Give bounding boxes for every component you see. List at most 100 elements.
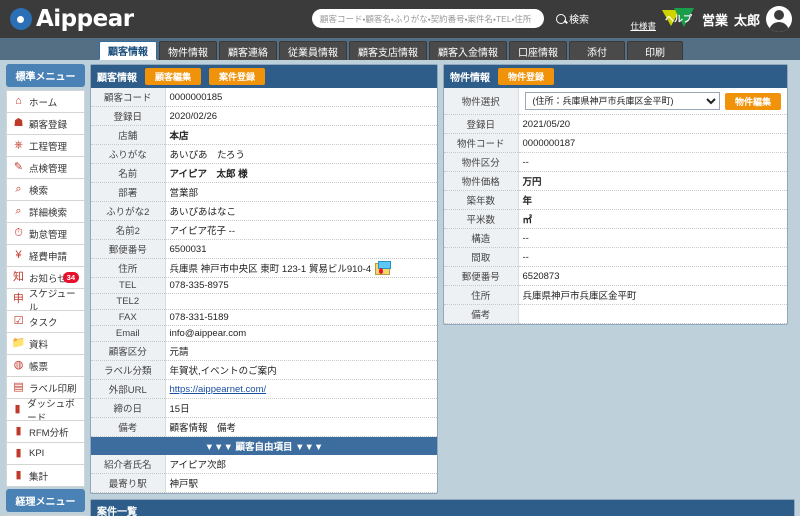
sidebar-item-label: KPI <box>29 448 45 459</box>
field-label: 物件コード <box>444 133 519 153</box>
field-value: 元請 <box>165 341 437 362</box>
case-list-title: 案件一覧 <box>97 507 137 516</box>
field-row: 構造 -- <box>444 228 787 248</box>
property-select[interactable]: (住所：兵庫県神戸市兵庫区金平町) <box>524 92 720 110</box>
field-row: 築年数年 <box>444 190 787 210</box>
property-select-label: 物件選択 <box>444 88 519 115</box>
global-search: 検索 <box>312 9 595 28</box>
sidebar-standard-menu-header[interactable]: 標準メニュー <box>6 64 85 87</box>
field-label: 郵便番号 <box>91 239 166 259</box>
detail-search-icon: ⌕ <box>15 205 22 217</box>
sidebar-item-顧客登録[interactable]: ☗ 顧客登録 <box>6 112 85 135</box>
sidebar-item-ホーム[interactable]: ⌂ ホーム <box>6 90 85 113</box>
field-label: 郵便番号 <box>444 266 519 286</box>
tab-0[interactable]: 顧客情報 <box>99 41 157 60</box>
sidebar-item-工程管理[interactable]: ⎈ 工程管理 <box>6 134 85 157</box>
sidebar-item-タスク[interactable]: ☑ タスク <box>6 310 85 333</box>
field-label: 物件区分 <box>444 152 519 172</box>
field-label: 住所 <box>444 285 519 305</box>
dashboard-chart-icon: ▮ <box>14 403 21 415</box>
task-icon: ☑ <box>13 315 24 327</box>
help-logo-icon[interactable]: ヘルプ <box>661 8 696 30</box>
process-chart-icon: ⎈ <box>14 139 23 151</box>
field-value: 0000000185 <box>165 88 437 107</box>
tab-6[interactable]: 口座情報 <box>509 41 567 60</box>
field-row: 登録日 2021/05/20 <box>444 115 787 134</box>
field-row: 外部URL https://aippearnet.com/ <box>91 379 437 400</box>
sidebar-item-KPI[interactable]: ▮ KPI <box>6 442 85 465</box>
field-value: 年賀状,イベントのご案内 <box>165 360 437 381</box>
field-label: 外部URL <box>91 379 166 400</box>
field-label: 紹介者氏名 <box>91 455 166 475</box>
sidebar-item-検索[interactable]: ⌕ 検索 <box>6 178 85 201</box>
sidebar-item-集計[interactable]: ▮ 集計 <box>6 464 85 487</box>
field-value: 15日 <box>165 398 437 419</box>
field-value: -- <box>518 247 787 267</box>
search-icon: ⌕ <box>15 183 22 195</box>
app-logo[interactable]: Aippear <box>10 6 134 32</box>
customer-edit-button[interactable]: 顧客編集 <box>145 68 202 85</box>
property-edit-button[interactable]: 物件編集 <box>724 92 781 110</box>
sidebar-item-帳票[interactable]: ◍ 帳票 <box>6 354 85 377</box>
sidebar-item-ダッシュボード[interactable]: ▮ ダッシュボード <box>6 398 85 424</box>
inspection-icon: ✎ <box>13 161 24 173</box>
property-register-button[interactable]: 物件登録 <box>498 68 555 85</box>
field-value[interactable]: https://aippearnet.com/ <box>165 379 437 400</box>
field-value: アイピア 太郎 様 <box>165 163 437 183</box>
field-row: 物件価格 万円 <box>444 171 787 191</box>
field-row: 最寄り駅 神戸駅 <box>91 473 437 494</box>
field-value: 営業部 <box>165 182 437 202</box>
field-label: 顧客区分 <box>91 341 166 362</box>
field-row: 郵便番号 6520873 <box>444 266 787 286</box>
field-label: ラベル分類 <box>91 360 166 381</box>
page-layout: 標準メニュー ⌂ ホーム ☗ 顧客登録 ⎈ 工程管理 ✎ 点検管理 ⌕ 検索 ⌕ 詳細検索 ⏱ 勤怠管理 ¥… <box>0 60 800 516</box>
field-value: 兵庫県 神戸市中央区 東町 123-1 貿易ビル910-4 <box>165 258 437 279</box>
sidebar-item-勤怠管理[interactable]: ⏱ 勤怠管理 <box>6 222 85 245</box>
search-button[interactable]: 検索 <box>550 10 595 27</box>
field-label: 登録日 <box>91 106 166 126</box>
avatar[interactable] <box>766 6 792 32</box>
field-label: 築年数 <box>444 190 519 210</box>
sidebar-item-label: ラベル印刷 <box>29 383 77 395</box>
sidebar-item-RFM分析[interactable]: ▮ RFM分析 <box>6 420 85 443</box>
sidebar-item-経費申請[interactable]: ¥ 経費申請 <box>6 244 85 267</box>
property-fields-table: 登録日 2021/05/20 物件コード 0000000187 物件区分 -- 物件価格 万円… <box>444 115 787 324</box>
map-pin-icon[interactable] <box>375 261 392 276</box>
tab-4[interactable]: 顧客支店情報 <box>349 41 427 60</box>
tab-1[interactable]: 物件情報 <box>159 41 217 60</box>
field-label: 構造 <box>444 228 519 248</box>
customer-free-section-title: ▼▼▼ 顧客自由項目 ▼▼▼ <box>91 437 437 456</box>
field-label: 顧客コード <box>91 88 166 107</box>
customer-panel-header: 顧客情報 顧客編集 案件登録 <box>91 65 437 88</box>
field-label: Email <box>91 325 166 343</box>
field-value <box>518 304 787 324</box>
tab-8[interactable]: 印刷 <box>627 41 683 60</box>
tab-5[interactable]: 顧客入金情報 <box>429 41 507 60</box>
field-row: ラベル分類 年賀状,イベントのご案内 <box>91 360 437 381</box>
field-row: TEL2 <box>91 293 437 311</box>
field-value: 078-331-5189 <box>165 309 437 327</box>
field-label: 備考 <box>444 304 519 324</box>
sidebar-accounting-menu-header[interactable]: 経理メニュー <box>6 489 85 512</box>
sidebar-item-スケジュール[interactable]: 申スケジュール <box>6 288 85 314</box>
field-label: 平米数 <box>444 209 519 229</box>
tab-2[interactable]: 顧客連絡 <box>219 41 277 60</box>
sidebar-item-点検管理[interactable]: ✎ 点検管理 <box>6 156 85 179</box>
case-register-button[interactable]: 案件登録 <box>209 68 266 85</box>
property-panel-title: 物件情報 <box>450 73 490 84</box>
sidebar-item-label: 勤怠管理 <box>29 229 68 241</box>
sidebar-item-詳細検索[interactable]: ⌕ 詳細検索 <box>6 200 85 223</box>
label-print-icon: ▤ <box>13 381 24 393</box>
field-row: Email info@aippear.com <box>91 325 437 343</box>
tab-3[interactable]: 従業員情報 <box>279 41 347 60</box>
field-value: 本店 <box>165 125 437 145</box>
field-label: ふりがな2 <box>91 201 166 221</box>
search-input[interactable] <box>312 9 544 28</box>
spec-document-link[interactable]: 仕様書 <box>630 20 656 32</box>
customer-info-panel: 顧客情報 顧客編集 案件登録 顧客コード 0000000185 登録日 2020/02… <box>90 64 438 495</box>
sidebar-item-資料[interactable]: 📁 資料 <box>6 332 85 355</box>
field-label: 備考 <box>91 417 166 438</box>
field-row: 顧客コード 0000000185 <box>91 88 437 107</box>
external-url-link[interactable]: https://aippearnet.com/ <box>170 384 267 395</box>
tab-7[interactable]: 添付 <box>569 41 625 60</box>
